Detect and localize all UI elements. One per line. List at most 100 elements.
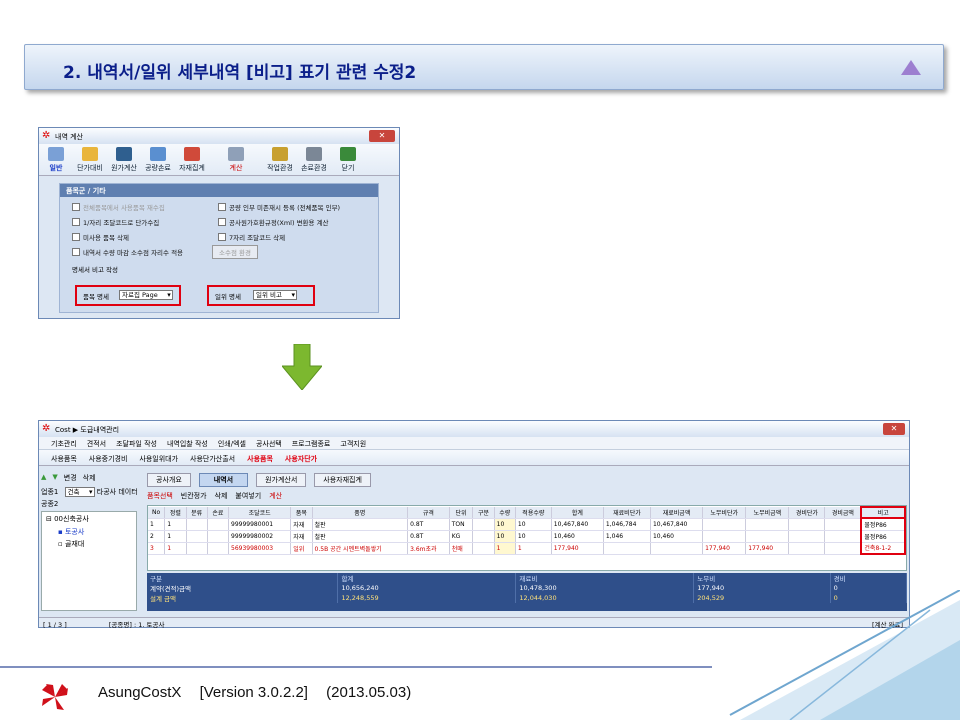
used-items-check[interactable]: 사용품목 <box>247 454 273 465</box>
tree-root[interactable]: ⊟ 00신축공사 <box>42 512 136 526</box>
asung-logo-icon <box>42 684 68 710</box>
menu-item[interactable]: 기초관리 <box>51 439 77 449</box>
menu-item[interactable]: 공사선택 <box>256 439 282 449</box>
toolbar-close[interactable]: 닫기 <box>331 144 365 175</box>
delete-button[interactable]: 삭제 <box>83 473 96 483</box>
cell <box>186 530 208 543</box>
col-header[interactable]: 비고 <box>860 506 906 519</box>
menu-item[interactable]: 고객지원 <box>340 439 366 449</box>
col-header[interactable]: 조달코드 <box>228 507 292 519</box>
tab-estimate[interactable]: 내역서 <box>198 473 249 487</box>
col-header[interactable]: 노무비금액 <box>745 507 790 519</box>
item-remark-label: 품목 명세 <box>83 293 109 301</box>
col-header[interactable]: No <box>148 507 166 519</box>
col-header[interactable]: 경비단가 <box>788 507 826 519</box>
table-row[interactable]: 3 1 56939980003 일위 0.5B 공간 시멘트벽돌쌓기 3.6m초과 천매 1 1… <box>148 542 906 555</box>
check-labor-register[interactable]: 공량 인부 미존재시 등록 (전체품목 인부) <box>218 202 340 212</box>
unit-remark-select[interactable]: 일위 비고 <box>253 290 297 300</box>
tree-label: 00신축공사 <box>54 515 89 523</box>
col-header[interactable]: 수량 <box>494 507 516 519</box>
cell: 1,046 <box>603 530 651 543</box>
sigma-icon <box>150 147 166 161</box>
toolbar-fee-env[interactable]: 손료환경 <box>297 144 331 175</box>
blank-price-button[interactable]: 빈칸정가 <box>181 491 207 501</box>
other-data-button[interactable]: 타공사 데이터 <box>97 488 138 496</box>
menu-item[interactable]: 조달파일 작성 <box>116 439 157 449</box>
col-header[interactable]: 품명 <box>312 507 409 519</box>
toolbar-label: 작업환경 <box>267 164 293 172</box>
tree-node[interactable]: ▫ 골재대 <box>42 538 136 550</box>
tab-cost-sheet[interactable]: 원가계산서 <box>256 473 307 487</box>
col-header[interactable]: 규격 <box>407 507 450 519</box>
toolbar-material[interactable]: 자재집계 <box>175 144 209 175</box>
used-unit-price-button[interactable]: 사용일위대가 <box>139 454 178 465</box>
col-header[interactable]: 재료비금액 <box>650 507 704 519</box>
toolbar-work-env[interactable]: 작업환경 <box>263 144 297 175</box>
close-button[interactable]: ✕ <box>369 130 395 142</box>
tree-node[interactable]: ▪ 토공사 <box>42 526 136 538</box>
subtab-bar: 품목선택 빈칸정가 삭제 붙여넣기 계산 <box>147 491 282 501</box>
used-items-button[interactable]: 사용품목 <box>51 454 77 465</box>
cell: 일위 <box>290 542 313 555</box>
col-header[interactable]: 적용수량 <box>515 507 552 519</box>
decimal-env-button[interactable]: 소수점 환경 <box>212 245 258 259</box>
col-header[interactable]: 경비금액 <box>824 507 862 519</box>
tab-bar: 공사개요 내역서 원가계산서 사용자재집계 <box>147 473 371 487</box>
cell: 99999980001 <box>228 518 292 531</box>
menu-item[interactable]: 프로그램종료 <box>292 439 331 449</box>
toolbar-general[interactable]: 일반 <box>39 144 73 175</box>
col-header[interactable]: 단위 <box>449 507 474 519</box>
toolbar-labor[interactable]: 공량손료 <box>141 144 175 175</box>
summary-cell: 12,044,030 <box>515 593 695 603</box>
used-price-sheet-button[interactable]: 사용단가산출서 <box>190 454 235 465</box>
cell <box>745 530 790 543</box>
footer-divider <box>0 666 712 668</box>
check-delete-unused[interactable]: 미사용 품목 삭제 <box>72 232 129 242</box>
cell: 1 <box>164 542 187 555</box>
toolbar-price-compare[interactable]: 단가대비 <box>73 144 107 175</box>
table-row[interactable]: 2 1 99999980002 자재 철판 0.8T KG 10 10 10,460 1,046 10… <box>148 530 906 543</box>
cell <box>186 518 208 531</box>
menu-item[interactable]: 내역입찰 작성 <box>167 439 208 449</box>
toolbar-cost-calc[interactable]: 원가계산 <box>107 144 141 175</box>
cell: 0.5B 공간 시멘트벽돌쌓기 <box>312 542 409 555</box>
used-equipment-button[interactable]: 사용중기경비 <box>89 454 128 465</box>
item-remark-select[interactable]: 자료집 Page <box>119 290 173 300</box>
col-header[interactable]: 구분 <box>472 507 495 519</box>
arrow-down-icon[interactable]: ▼ <box>52 473 57 483</box>
arrow-up-icon[interactable]: ▲ <box>41 473 46 483</box>
col-header[interactable]: 노무비단가 <box>702 507 747 519</box>
check-procure-price[interactable]: 1/자리 조달코드로 단가수집 <box>72 217 159 227</box>
col-header[interactable]: 합계 <box>551 507 604 519</box>
cell: 10 <box>515 518 552 531</box>
triangle-up-icon[interactable] <box>901 60 921 75</box>
user-price-check[interactable]: 사용자단가 <box>285 454 317 465</box>
select-item-button[interactable]: 품목선택 <box>147 491 173 501</box>
col-header[interactable]: 손료 <box>207 507 230 519</box>
cell: 자재 <box>290 530 313 543</box>
close-button[interactable]: ✕ <box>883 423 905 435</box>
delete-row-button[interactable]: 삭제 <box>215 491 228 501</box>
change-button[interactable]: 변경 <box>64 473 77 483</box>
menu-item[interactable]: 인쇄/엑셀 <box>218 439 246 449</box>
tab-material-summary[interactable]: 사용자재집계 <box>314 473 371 487</box>
work-type-select[interactable]: 건축 <box>64 487 95 497</box>
gear-icon <box>272 147 288 161</box>
check-recollect[interactable]: 전체품목에서 사용품목 재수집 <box>72 202 165 212</box>
col-header[interactable]: 품목 <box>290 507 313 519</box>
check-xml-convert[interactable]: 공사원가호환규정(Xml) 변환용 계산 <box>218 217 329 227</box>
toolbar-calc[interactable]: 계산 <box>219 144 253 175</box>
check-delete-7digit[interactable]: 7자리 조달코드 삭제 <box>218 232 285 242</box>
col-header[interactable]: 정렬 <box>164 507 187 519</box>
paste-button[interactable]: 붙여넣기 <box>235 491 261 501</box>
cell <box>603 542 651 555</box>
tab-overview[interactable]: 공사개요 <box>147 473 191 487</box>
check-decimal[interactable]: 내역서 수량 마감 소수점 자리수 적용 <box>72 247 183 257</box>
table-row[interactable]: 1 1 99999980001 자재 철판 0.8T TON 10 10 10,467,840 1,… <box>148 518 906 531</box>
menu-item[interactable]: 견적서 <box>87 439 106 449</box>
tree-label: 골재대 <box>64 540 85 548</box>
calc-button[interactable]: 계산 <box>269 491 282 501</box>
col-header[interactable]: 분류 <box>186 507 208 519</box>
cell: 1 <box>515 542 552 555</box>
col-header[interactable]: 재료비단가 <box>603 507 651 519</box>
